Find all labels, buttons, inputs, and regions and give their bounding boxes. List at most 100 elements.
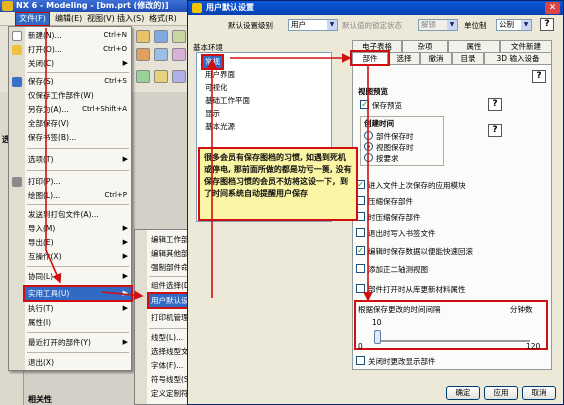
toolbar-tool-icon[interactable] [172,30,186,43]
update-materials-checkbox[interactable] [356,284,365,293]
file-menu-properties[interactable]: 属性(I) [25,316,131,329]
autosave-unit: 分钟数 [510,305,533,314]
chevron-down-icon: ▼ [327,20,337,30]
file-menu-save-as[interactable]: 另存为(A)... Ctrl+Shift+A [25,103,131,116]
tree-item-work-plane[interactable]: 基础工作平面 [203,95,252,107]
tab-3d-input[interactable]: 3D 输入设备 [484,52,552,64]
toolbar-tool-icon[interactable] [154,48,168,61]
help-icon[interactable]: ? [532,70,546,83]
slider-max: 120 [526,342,541,351]
apply-button[interactable]: 应用 [484,386,518,400]
file-menu-export[interactable]: 导出(E) ▶ [25,236,131,249]
close-icon[interactable]: ✕ [545,2,560,14]
annotation-note: 很多会员有保存图档的习惯, 如遇到死机或停电, 那前面所做的都是功亏一篑, 没有… [198,147,358,221]
file-menu-utilities[interactable]: 实用工具(U) ▶ [23,285,133,302]
toolbar-tool-icon[interactable] [172,48,186,61]
menu-insert[interactable]: 插入(S) [114,13,147,25]
lock-state-label: 默认值的锁定状态 [342,21,402,30]
file-menu: 新建(N)... Ctrl+N 打开(O)... Ctrl+O 关闭(C) ▶ 保存(… [8,26,133,371]
tree-item-display[interactable]: 显示 [203,108,222,120]
create-time-title: 创建时间 [364,119,394,128]
exit-bookmark-label: 退出时写入书签文件 [368,229,436,238]
preview-section-title: 视图预览 [358,87,388,96]
file-menu-open[interactable]: 打开(O)... Ctrl+O [25,43,131,56]
toolbar-tool-icon[interactable] [172,70,186,83]
auto-geometry-checkbox[interactable] [356,264,365,273]
toolbar-tool-icon[interactable] [154,30,168,43]
save-preview-label: 保存预览 [372,101,402,110]
cancel-button[interactable]: 取消 [522,386,556,400]
help-icon[interactable]: ? [488,98,502,111]
lock-state-select[interactable]: 解锁 ▼ [418,19,458,31]
radio-view-save[interactable] [364,142,373,151]
autosave-slider-thumb[interactable] [374,330,381,344]
file-menu-save-bookmark[interactable]: 保存书签(B)... [25,131,131,144]
file-menu-interop[interactable]: 互操作(X) ▶ [25,250,131,263]
level-select[interactable]: 用户 ▼ [288,19,338,31]
file-menu-save-work-part[interactable]: 仅保存工作部件(W) [25,89,131,102]
file-menu-close[interactable]: 关闭(C) ▶ [25,57,131,70]
tree-item-general[interactable]: 常规 [201,54,224,70]
nx-window-title: NX 6 - Modeling - [bm.prt (修改的)] [16,1,169,10]
chevron-down-icon: ▼ [521,20,531,30]
menu-edit[interactable]: 编辑(E) [52,13,85,25]
tab-spreadsheet[interactable]: 电子表格 [352,40,402,52]
file-menu-save-all[interactable]: 全部保存(V) [25,117,131,130]
file-menu-import[interactable]: 导入(M) ▶ [25,222,131,235]
dialog-title: 用户默认设置 [188,1,563,15]
file-menu-collaborate[interactable]: 协同(L) ▶ [25,270,131,283]
close-modify-checkbox[interactable] [356,356,365,365]
tab-attributes[interactable]: 属性 [448,40,500,52]
file-menu-new[interactable]: 新建(N)... Ctrl+N [25,29,131,42]
tab-part[interactable]: 部件 [350,50,390,66]
file-menu-recent-parts[interactable]: 最近打开的部件(Y) ▶ [25,336,131,349]
save-icon [12,77,22,87]
unit-select[interactable]: 公制 ▼ [496,19,532,31]
compress-when-label: 时压缩保存部件 [368,213,421,222]
menu-format[interactable]: 格式(R) [146,13,180,25]
tree-item-basic-lighting[interactable]: 基本光源 [203,121,237,133]
tab-selection[interactable]: 选择 [388,52,420,64]
radio-on-demand[interactable] [364,153,373,162]
save-quick-checkbox[interactable]: ✓ [356,246,365,255]
tree-item-user-interface[interactable]: 用户界面 [203,69,237,81]
help-icon[interactable]: ? [540,18,554,31]
file-menu-send-package[interactable]: 发送到打包文件(A)... [25,208,131,221]
autosave-slider-track[interactable] [374,340,530,342]
toolbar-tool-icon[interactable] [154,70,168,83]
load-last-module-label: 进入文件上次保存的应用模块 [368,181,466,190]
exit-bookmark-checkbox[interactable] [356,228,365,237]
slider-value: 10 [372,318,382,327]
help-icon[interactable]: ? [488,124,502,137]
save-quick-label: 编辑时保存数据以便能快速回滚 [368,247,473,256]
ok-button[interactable]: 确定 [446,386,480,400]
toolbar-tool-icon[interactable] [136,48,150,61]
menu-view[interactable]: 视图(V) [84,13,118,25]
tab-file-new[interactable]: 文件新建 [500,40,552,52]
file-menu-print[interactable]: 打印(P)... [25,175,131,188]
file-menu-execute[interactable]: 执行(T) ▶ [25,302,131,315]
toolbar-tool-icon[interactable] [136,70,150,83]
tree-item-visualization[interactable]: 可视化 [203,82,230,94]
tab-undo[interactable]: 撤消 [420,52,452,64]
menu-gutter [135,230,147,404]
tab-misc[interactable]: 杂项 [402,40,448,52]
close-modify-label: 关闭时更改显示部件 [368,357,436,366]
update-materials-label: 部件打开时从库更新材料属性 [368,285,466,294]
auto-geometry-label: 添加正二轴测视图 [368,265,428,274]
tab-directory[interactable]: 目录 [452,52,484,64]
toolbar-tool-icon[interactable] [136,30,150,43]
print-icon [12,177,22,187]
compress-save-label: 压缩保存部件 [368,197,413,206]
file-menu-exit[interactable]: 退出(X) [25,356,131,369]
file-menu-plot[interactable]: 绘图(L)... Ctrl+P [25,189,131,202]
nx-logo-icon [2,1,13,11]
radio-part-save[interactable] [364,131,373,140]
radio-part-save-label: 部件保存时 [376,132,414,141]
autosave-label: 根据保存更改的时间间隔 [358,305,441,314]
file-menu-options[interactable]: 选项(T) ▶ [25,153,131,166]
file-menu-save[interactable]: 保存(S) Ctrl+S [25,75,131,88]
open-folder-icon [12,45,22,55]
menu-file[interactable]: 文件(F) [15,12,50,26]
save-preview-checkbox[interactable]: ✓ [360,100,369,109]
